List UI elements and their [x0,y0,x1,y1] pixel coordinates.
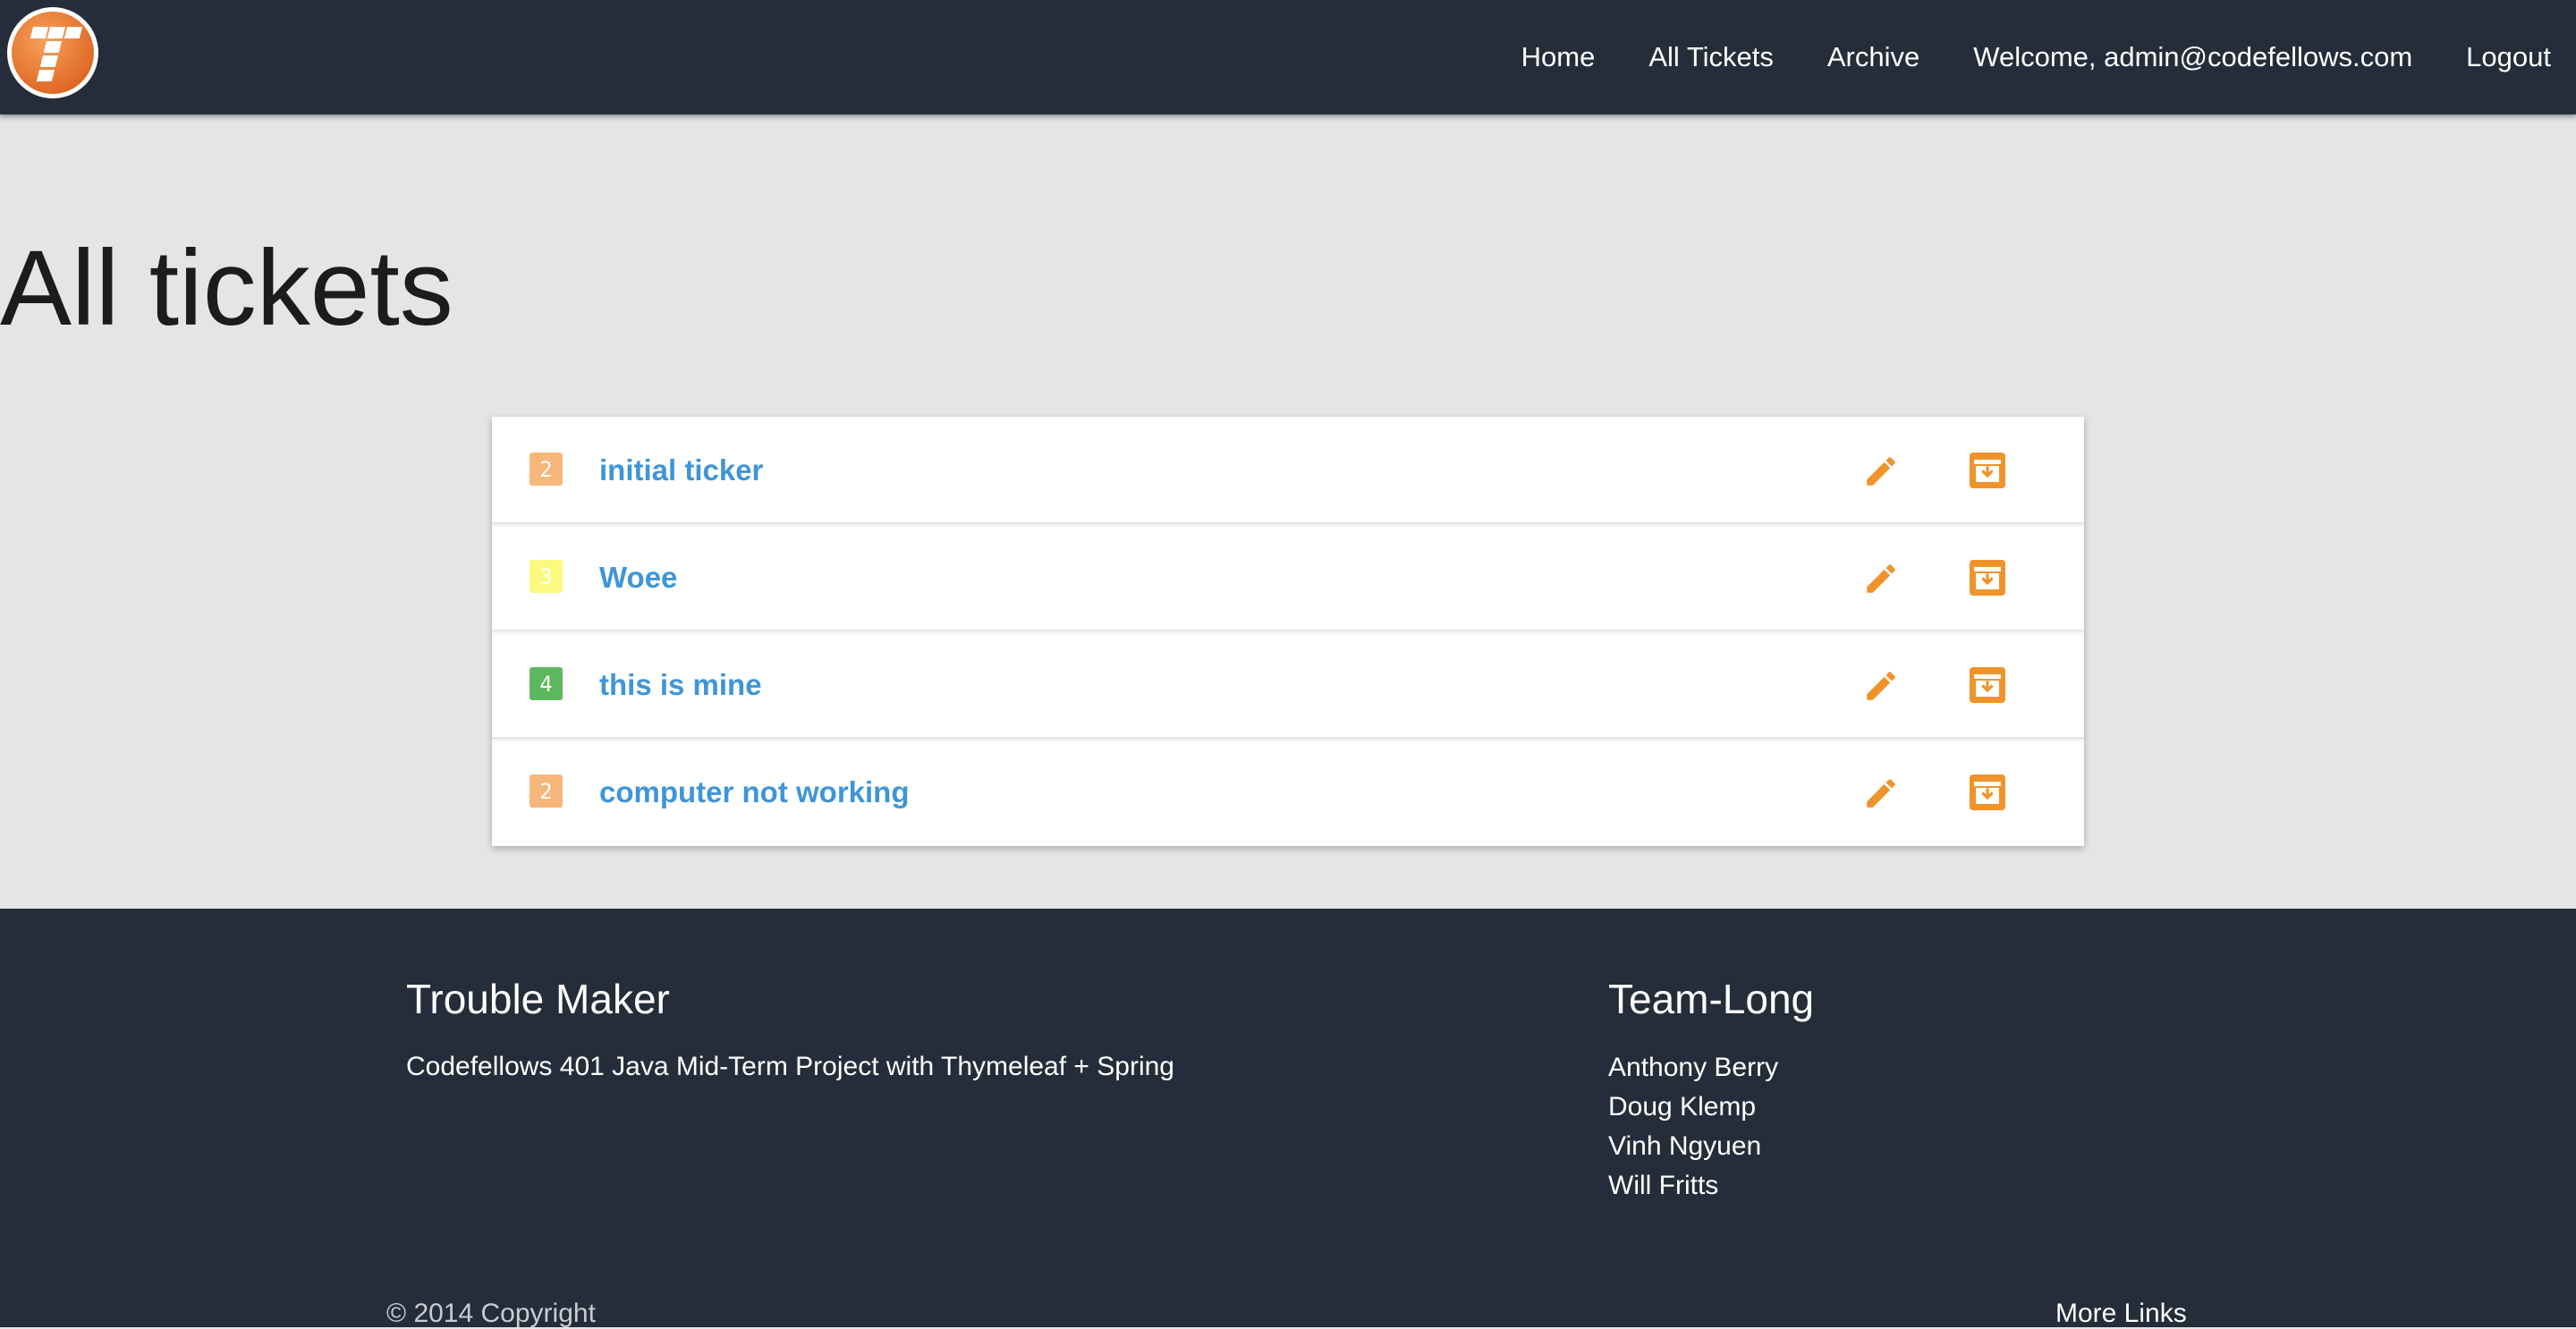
more-links-link[interactable]: More Links [2055,1299,2187,1329]
trouble-maker-logo-icon[interactable] [5,5,100,100]
team-member-list: Anthony Berry Doug Klemp Vinh Ngyuen Wil… [1608,1048,1778,1206]
priority-badge: 2 [530,775,563,808]
pencil-icon[interactable] [1862,453,1900,490]
nav-archive-link[interactable]: Archive [1827,41,1919,73]
ticket-title-link[interactable]: Woee [599,524,677,631]
nav-links: Home All Tickets Archive Welcome, admin@… [1468,0,2551,114]
ticket-row: 3 Woee [492,524,2084,631]
footer: Trouble Maker Codefellows 401 Java Mid-T… [0,909,2576,1329]
footer-brand-title: Trouble Maker [406,976,670,1022]
team-member: Anthony Berry [1608,1053,1779,1082]
nav-home-link[interactable]: Home [1521,41,1596,73]
nav-all-tickets-link[interactable]: All Tickets [1648,41,1774,73]
ticket-title-link[interactable]: computer not working [599,739,910,846]
archive-box-icon[interactable] [1970,453,2005,488]
archive-box-icon[interactable] [1970,775,2005,810]
footer-team-title: Team-Long [1608,976,1815,1022]
pencil-icon[interactable] [1862,667,1900,705]
priority-badge: 4 [530,667,563,700]
top-navbar: Home All Tickets Archive Welcome, admin@… [0,0,2576,114]
pencil-icon[interactable] [1862,775,1900,812]
team-member: Will Fritts [1608,1171,1719,1200]
ticket-row: 2 computer not working [492,739,2084,846]
ticket-row: 4 this is mine [492,631,2084,739]
nav-welcome-user-link[interactable]: Welcome, admin@codefellows.com [1973,41,2412,73]
ticket-row: 2 initial ticker [492,417,2084,524]
archive-box-icon[interactable] [1970,560,2005,596]
footer-brand-description: Codefellows 401 Java Mid-Term Project wi… [406,1052,1174,1081]
page-title: All tickets [0,228,453,348]
team-member: Doug Klemp [1608,1092,1757,1122]
copyright-text: © 2014 Copyright [386,1299,596,1328]
nav-logout-link[interactable]: Logout [2466,41,2551,73]
archive-box-icon[interactable] [1970,667,2005,703]
ticket-list: 2 initial ticker 3 Woee 4 this is mine 2 comput… [492,417,2084,846]
priority-badge: 3 [530,560,563,593]
ticket-title-link[interactable]: this is mine [599,631,762,739]
ticket-title-link[interactable]: initial ticker [599,417,763,524]
priority-badge: 2 [530,453,563,486]
pencil-icon[interactable] [1862,560,1900,597]
team-member: Vinh Ngyuen [1608,1131,1762,1161]
